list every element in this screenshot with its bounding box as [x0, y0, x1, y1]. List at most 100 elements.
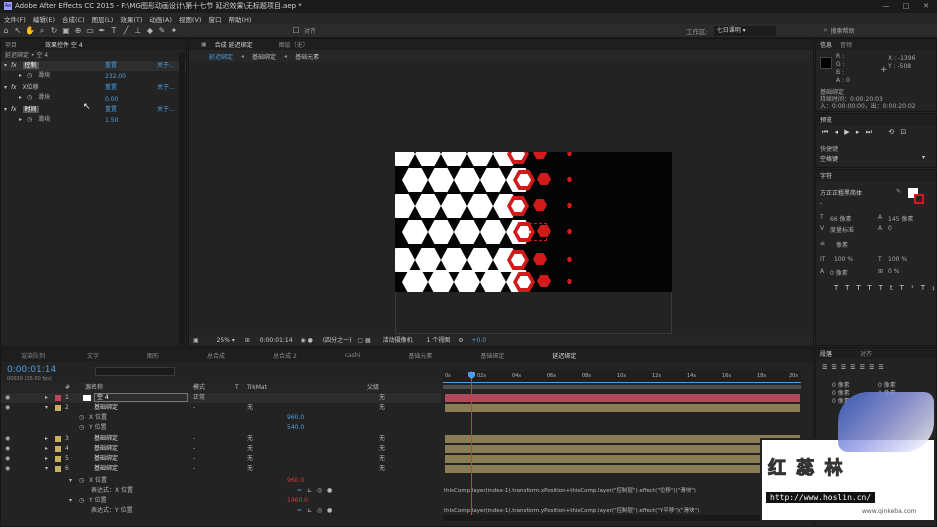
- tab-align[interactable]: 对齐: [860, 349, 872, 358]
- loop-icon[interactable]: ⟲: [888, 128, 894, 136]
- expression-enable-icon[interactable]: =: [297, 486, 302, 496]
- layer-name[interactable]: 基础绑定: [94, 444, 118, 454]
- stopwatch-icon[interactable]: ◷: [79, 496, 84, 506]
- tab-character[interactable]: 字符: [820, 171, 832, 180]
- ram-preview-icon[interactable]: ⊡: [900, 128, 906, 136]
- expression-menu-icon[interactable]: ●: [327, 506, 332, 516]
- resolution-dropdown[interactable]: (四分之一): [323, 337, 352, 344]
- tab-comp[interactable]: 总合成 2: [273, 351, 297, 360]
- kerning-value[interactable]: 度量标准: [830, 225, 854, 234]
- baseline-value[interactable]: 0 像素: [830, 268, 848, 277]
- layer-mode[interactable]: -: [193, 403, 195, 413]
- breadcrumb-item[interactable]: 基础元素: [295, 52, 319, 61]
- layer-mode[interactable]: -: [193, 444, 195, 454]
- breadcrumb-item[interactable]: 基础绑定: [252, 52, 276, 61]
- layer-trkmat[interactable]: 无: [247, 464, 253, 474]
- label-color[interactable]: [55, 446, 61, 452]
- effect-about-link[interactable]: 关于...: [157, 83, 175, 93]
- timeline-scrollbar[interactable]: [443, 515, 803, 521]
- camera-dropdown[interactable]: 活动摄像机: [383, 337, 413, 344]
- layer-parent[interactable]: 无: [379, 444, 385, 454]
- slider-value[interactable]: 0.00: [105, 96, 118, 103]
- property-value[interactable]: 960.0: [287, 476, 304, 486]
- faux-italic-icon[interactable]: T: [845, 284, 856, 292]
- layer-duration-bar[interactable]: [445, 394, 800, 402]
- stroke-color-swatch[interactable]: [914, 194, 924, 204]
- visibility-icon[interactable]: ◉: [5, 454, 10, 464]
- expand-triangle-icon[interactable]: ▸: [45, 434, 48, 444]
- layer-trkmat[interactable]: 无: [247, 403, 253, 413]
- minimize-icon[interactable]: —: [876, 0, 896, 13]
- layer-trkmat[interactable]: 无: [247, 434, 253, 444]
- menu-layer[interactable]: 图层(L): [92, 14, 114, 24]
- tab-audio[interactable]: 音频: [840, 40, 852, 49]
- comp-viewer-canvas[interactable]: [395, 152, 672, 292]
- label-color[interactable]: [55, 405, 61, 411]
- label-color[interactable]: [55, 436, 61, 442]
- menu-file[interactable]: 文件(F): [4, 14, 26, 24]
- menu-view[interactable]: 视图(V): [179, 14, 202, 24]
- expression-text[interactable]: thisComp.layer(index-1).transform.yPosit…: [444, 506, 784, 514]
- selection-tool-icon[interactable]: ↖: [12, 25, 24, 37]
- comp-lock-icon[interactable]: ▣: [201, 41, 207, 48]
- effect-reset-link[interactable]: 重置: [105, 61, 117, 71]
- layer-trkmat[interactable]: 无: [247, 444, 253, 454]
- expand-triangle-icon[interactable]: ▾: [45, 403, 48, 413]
- tab-project[interactable]: 项目: [5, 40, 17, 49]
- roto-tool-icon[interactable]: ✎: [156, 25, 168, 37]
- playhead[interactable]: [471, 371, 472, 521]
- effect-reset-link[interactable]: 重置: [105, 105, 117, 115]
- faux-bold-icon[interactable]: T: [834, 284, 845, 292]
- breadcrumb-item[interactable]: 延迟绑定: [209, 52, 233, 61]
- first-frame-icon[interactable]: ⏮: [822, 128, 828, 136]
- slider-value[interactable]: 232.00: [105, 73, 126, 80]
- menu-help[interactable]: 帮助(H): [228, 14, 251, 24]
- menu-window[interactable]: 窗口: [208, 14, 221, 24]
- align-center-icon[interactable]: ☰: [831, 364, 840, 371]
- layer-duration-bar[interactable]: [445, 445, 800, 453]
- layer-row[interactable]: ◉ ▾ 6 基础绑定 - 无 无: [1, 464, 441, 474]
- menu-effect[interactable]: 效果(T): [120, 14, 142, 24]
- expand-triangle-icon[interactable]: ▾: [45, 464, 48, 474]
- superscript-icon[interactable]: T¹: [900, 284, 921, 292]
- stroke-width-value[interactable]: 像素: [836, 240, 848, 249]
- views-dropdown[interactable]: 1 个视图: [427, 337, 451, 344]
- tab-comp[interactable]: cashi: [345, 352, 361, 359]
- expand-triangle-icon[interactable]: ▾: [69, 476, 72, 486]
- property-value[interactable]: 1460.0: [287, 496, 308, 506]
- expand-triangle-icon[interactable]: ▾: [4, 84, 7, 91]
- workspace-dropdown[interactable]: 七日课明 ▾: [713, 25, 776, 36]
- expand-triangle-icon[interactable]: ▸: [45, 393, 48, 403]
- stopwatch-icon[interactable]: ◷: [79, 423, 84, 433]
- search-help-input[interactable]: 搜索帮助: [831, 26, 921, 35]
- expand-triangle-icon[interactable]: ▸: [19, 72, 22, 79]
- visibility-icon[interactable]: ◉: [5, 393, 10, 403]
- layer-parent[interactable]: 无: [379, 464, 385, 474]
- snapshot-icon[interactable]: ◉: [300, 337, 305, 344]
- slider-value[interactable]: 1.50: [105, 117, 118, 124]
- property-value[interactable]: 540.0: [287, 423, 304, 433]
- layer-row[interactable]: ◉ ▸ 4 基础绑定 - 无 无: [1, 444, 441, 454]
- layer-name[interactable]: 基础绑定: [94, 434, 118, 444]
- type-tool-icon[interactable]: T: [108, 25, 120, 37]
- layer-row[interactable]: ◉ ▸ 3 基础绑定 - 无 无: [1, 434, 441, 444]
- brush-tool-icon[interactable]: ╱: [120, 25, 132, 37]
- camera-tool-icon[interactable]: ▣: [60, 25, 72, 37]
- clone-tool-icon[interactable]: ⊥: [132, 25, 144, 37]
- eraser-tool-icon[interactable]: ◆: [144, 25, 156, 37]
- expression-enable-icon[interactable]: =: [297, 506, 302, 516]
- tab-comp[interactable]: 图形: [147, 351, 159, 360]
- timeline-search-input[interactable]: [95, 367, 175, 376]
- channel-icon[interactable]: ●: [308, 337, 313, 344]
- puppet-tool-icon[interactable]: ✦: [168, 25, 180, 37]
- visibility-icon[interactable]: ◉: [5, 403, 10, 413]
- expand-triangle-icon[interactable]: ▾: [4, 62, 7, 69]
- eyedropper-icon[interactable]: ✎: [896, 188, 901, 195]
- visibility-icon[interactable]: ◉: [5, 444, 10, 454]
- layer-parent[interactable]: 无: [379, 434, 385, 444]
- time-ruler[interactable]: 0s 02s 04s 06s 08s 10s 12s 14s 16s 18s 2…: [443, 371, 801, 383]
- expression-pickwhip-icon[interactable]: ◎: [317, 506, 322, 516]
- layer-mode[interactable]: -: [193, 454, 195, 464]
- expression-graph-icon[interactable]: ⊾: [307, 506, 312, 516]
- layer-parent[interactable]: 无: [379, 454, 385, 464]
